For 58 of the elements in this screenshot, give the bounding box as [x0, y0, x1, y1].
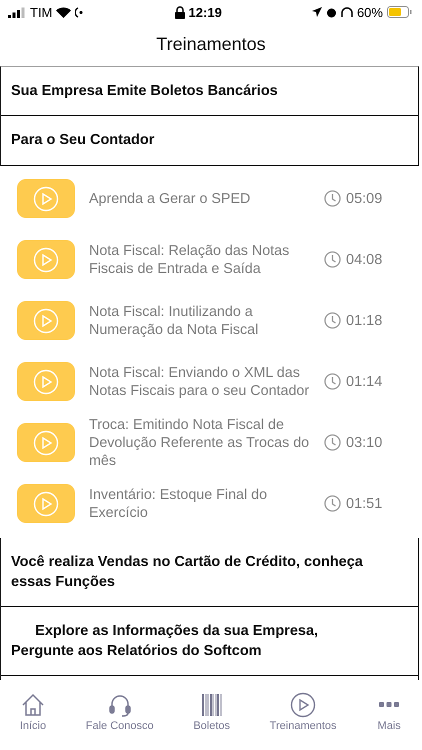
video-thumbnail[interactable] — [17, 423, 75, 462]
video-title[interactable]: Nota Fiscal: Relação das Notas Fiscais de Entrada e Saída — [89, 242, 324, 278]
video-thumbnail[interactable] — [17, 240, 75, 279]
section-header[interactable]: Você realiza Vendas no Cartão de Crédito, conheça essas Funções — [0, 538, 419, 607]
alarm-icon — [326, 6, 337, 18]
video-thumbnail[interactable] — [17, 362, 75, 401]
more-icon — [379, 702, 400, 707]
section-header[interactable]: Sua Empresa Emite Boletos Bancários — [0, 66, 419, 116]
section-title: Você realiza Vendas no Cartão de Crédito, conheça essas Funções — [11, 553, 364, 592]
play-icon — [33, 430, 59, 456]
section-title: Sua Empresa Emite Boletos Bancários — [11, 82, 279, 101]
play-icon — [33, 308, 59, 334]
clock-icon — [324, 190, 341, 207]
signal-icon — [8, 6, 26, 18]
section-header[interactable]: Explore as Informações da sua Empresa, Pergunte aos Relatórios do Softcom — [0, 607, 419, 676]
video-thumbnail[interactable] — [17, 301, 75, 340]
video-thumbnail[interactable] — [17, 484, 75, 523]
battery-percent: 60% — [356, 4, 383, 20]
tab-item[interactable]: Fale Conosco — [84, 692, 156, 736]
video-duration: 01:14 — [346, 374, 382, 390]
clock-time: 12:19 — [188, 4, 222, 20]
call-icon — [75, 6, 84, 18]
lock-icon — [174, 6, 185, 18]
tab-item[interactable]: Mais — [374, 692, 404, 736]
carrier-name: TIM — [30, 4, 52, 20]
clock-icon — [324, 312, 341, 329]
clock-icon — [324, 495, 341, 512]
video-title[interactable]: Inventário: Estoque Final do Exercício — [89, 486, 324, 522]
play-icon — [33, 368, 59, 394]
section-title: Para o Seu Contador — [11, 131, 156, 150]
wifi-icon — [56, 6, 72, 18]
video-duration: 05:09 — [346, 190, 382, 206]
video-duration: 01:18 — [346, 312, 382, 328]
video-duration: 04:08 — [346, 252, 382, 268]
clock-icon — [324, 251, 341, 268]
clock-icon — [324, 434, 341, 451]
video-thumbnail[interactable] — [17, 179, 75, 218]
video-duration: 01:51 — [346, 496, 382, 512]
home-icon — [20, 692, 46, 718]
video-title[interactable]: Nota Fiscal: Inutilizando a Numeração da Nota Fiscal — [89, 302, 324, 338]
video-duration: 03:10 — [346, 434, 382, 450]
clock-icon — [324, 373, 341, 390]
video-title[interactable]: Nota Fiscal: Enviando o XML das Notas Fiscais para o seu Contador — [89, 364, 324, 400]
section-title: Explore as Informações da sua Empresa, Pergunte aos Relatórios do Softcom — [11, 622, 320, 661]
video-title[interactable]: Troca: Emitindo Nota Fiscal de Devolução Referente as Trocas do mês — [89, 416, 324, 470]
headphones-icon — [340, 6, 353, 18]
play-icon — [33, 246, 59, 272]
tab-item[interactable]: Início — [18, 692, 48, 736]
play-icon — [290, 692, 316, 718]
tab-item[interactable]: Treinamentos — [268, 692, 339, 736]
screen-title: Treinamentos — [156, 34, 266, 54]
play-icon — [33, 490, 59, 516]
location-icon — [312, 7, 322, 17]
video-title[interactable]: Aprenda a Gerar o SPED — [89, 190, 324, 208]
play-icon — [33, 186, 59, 212]
tab-item[interactable]: Boletos — [191, 692, 232, 736]
battery-icon — [386, 6, 412, 18]
section-header[interactable]: Para o Seu Contador — [0, 116, 419, 166]
